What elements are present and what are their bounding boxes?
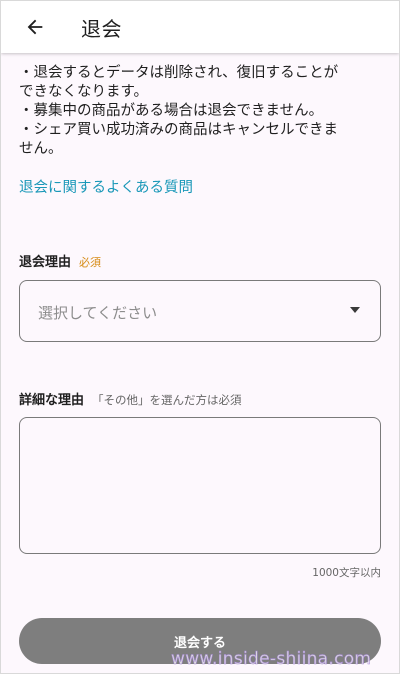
app-bar: 退会 — [1, 1, 399, 53]
reason-select-placeholder: 選択してください — [38, 304, 158, 322]
note-line: できなくなります。 — [19, 84, 149, 100]
detail-label-row: 詳細な理由 「その他」を選んだ方は必須 — [19, 389, 242, 408]
note-line: ・募集中の商品がある場合は退会できません。 — [19, 103, 324, 119]
page-title: 退会 — [81, 17, 122, 41]
withdraw-button[interactable]: 退会する — [19, 618, 381, 664]
dropdown-triangle-icon — [350, 307, 360, 313]
withdrawal-notes: ・退会するとデータは削除され、復旧することが できなくなります。 ・募集中の商品… — [19, 64, 389, 159]
faq-link[interactable]: 退会に関するよくある質問 — [19, 176, 193, 197]
required-badge: 必須 — [79, 256, 102, 269]
detail-textarea[interactable] — [19, 417, 381, 554]
reason-label-row: 退会理由 必須 — [19, 251, 101, 270]
detail-label: 詳細な理由 — [19, 393, 85, 408]
arrow-left-icon — [27, 19, 43, 35]
note-line: ・シェア買い成功済みの商品はキャンセルできま — [19, 122, 338, 138]
reason-select[interactable]: 選択してください — [19, 280, 381, 342]
note-line: ・退会するとデータは削除され、復旧することが — [19, 65, 339, 81]
screen: 退会 ・退会するとデータは削除され、復旧することが できなくなります。 ・募集中… — [1, 1, 399, 673]
reason-label: 退会理由 — [19, 255, 72, 270]
char-limit-note: 1000文字以内 — [312, 567, 381, 579]
note-line: せん。 — [19, 141, 63, 157]
detail-hint: 「その他」を選んだ方は必須 — [92, 393, 242, 407]
back-button[interactable] — [19, 11, 51, 43]
